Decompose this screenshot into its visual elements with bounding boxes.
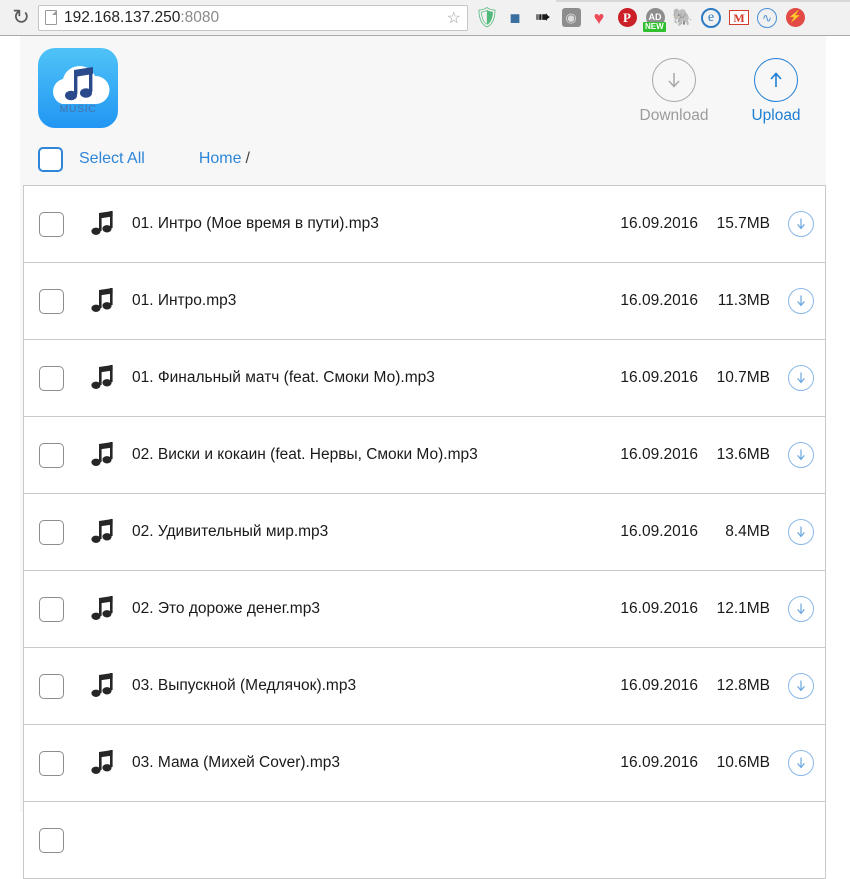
table-row[interactable]: 01. Интро.mp3 16.09.2016 11.3MB	[24, 263, 825, 340]
file-size: 10.7MB	[716, 369, 770, 386]
file-name: 03. Выпускной (Медлячок).mp3	[132, 677, 357, 694]
file-size: 11.3MB	[717, 292, 770, 309]
header-actions: Download Upload	[636, 58, 814, 125]
row-download-icon[interactable]	[788, 750, 814, 776]
page-document-icon	[45, 10, 57, 25]
tab-strip-edge	[556, 0, 850, 2]
breadcrumb-home[interactable]: Home	[199, 150, 242, 167]
table-row[interactable]: 03. Выпускной (Медлячок).mp3 16.09.2016 …	[24, 648, 825, 725]
browser-e-icon[interactable]: e	[700, 7, 722, 29]
music-note-icon	[86, 748, 120, 778]
app-header: MUSIC Download Upload	[20, 36, 826, 156]
row-download-icon[interactable]	[788, 596, 814, 622]
row-checkbox[interactable]	[39, 211, 64, 237]
select-all-checkbox[interactable]	[38, 146, 63, 172]
url-text: 192.168.137.250:8080	[64, 8, 220, 26]
flag-icon[interactable]: ➠	[532, 7, 554, 29]
file-name: 01. Интро.mp3	[132, 292, 237, 309]
file-name: 02. Виски и кокаин (feat. Нервы, Смоки М…	[132, 446, 478, 463]
row-checkbox[interactable]	[39, 365, 64, 391]
row-download-icon[interactable]	[788, 365, 814, 391]
row-checkbox[interactable]	[39, 827, 64, 853]
selection-bar: Select All Home /	[20, 140, 250, 178]
bookmark-star-icon[interactable]: ☆	[447, 8, 461, 28]
file-date: 16.09.2016	[620, 523, 698, 540]
file-size: 10.6MB	[716, 754, 770, 771]
music-note-icon	[86, 363, 120, 393]
swirl-sync-icon[interactable]: ∿	[756, 7, 778, 29]
breadcrumb: Home /	[199, 150, 250, 168]
row-download-icon[interactable]	[788, 442, 814, 468]
gray-target-icon[interactable]: ◉	[560, 7, 582, 29]
row-download-icon[interactable]	[788, 211, 814, 237]
stack-layers-icon[interactable]: ■	[504, 7, 526, 29]
table-row[interactable]: 02. Удивительный мир.mp3 16.09.2016 8.4M…	[24, 494, 825, 571]
adguard-shield-icon[interactable]: 🛡	[474, 7, 499, 29]
file-name: 01. Интро (Мое время в пути).mp3	[132, 215, 379, 232]
row-checkbox[interactable]	[39, 673, 64, 699]
row-download-icon[interactable]	[788, 288, 814, 314]
table-row[interactable]: 02. Виски и кокаин (feat. Нервы, Смоки М…	[24, 417, 825, 494]
table-row[interactable]	[24, 802, 825, 879]
file-name: 02. Удивительный мир.mp3	[132, 523, 329, 540]
browser-toolbar: ↻ 192.168.137.250:8080 ☆ 🛡 ■ ➠ ◉ ♥ P AD …	[0, 0, 850, 36]
download-button[interactable]: Download	[636, 58, 712, 125]
file-size: 15.7MB	[716, 215, 770, 232]
file-date: 16.09.2016	[620, 446, 698, 463]
row-checkbox[interactable]	[39, 288, 64, 314]
red-plug-icon[interactable]: ⚡	[784, 7, 806, 29]
download-label: Download	[639, 107, 709, 124]
file-date: 16.09.2016	[620, 600, 698, 617]
row-checkbox[interactable]	[39, 442, 64, 468]
music-note-icon	[86, 671, 120, 701]
file-size: 8.4MB	[725, 523, 770, 540]
evernote-elephant-icon[interactable]: 🐘	[672, 7, 694, 29]
file-list: 01. Интро (Мое время в пути).mp3 16.09.2…	[23, 185, 826, 879]
adblock-new-badge: NEW	[643, 21, 666, 32]
page-content: MUSIC Download Upload Select All Home / …	[20, 36, 826, 879]
upload-label: Upload	[751, 107, 801, 124]
file-name: 01. Финальный матч (feat. Смоки Мо).mp3	[132, 369, 435, 386]
file-date: 16.09.2016	[620, 215, 698, 232]
upload-button[interactable]: Upload	[738, 58, 814, 125]
app-logo: MUSIC	[38, 48, 118, 128]
row-download-icon[interactable]	[788, 673, 814, 699]
heart-icon[interactable]: ♥	[588, 7, 610, 29]
file-name: 02. Это дороже денег.mp3	[132, 600, 320, 617]
row-checkbox[interactable]	[39, 519, 64, 545]
adblock-icon[interactable]: AD NEW	[643, 7, 666, 32]
row-checkbox[interactable]	[39, 750, 64, 776]
logo-text: MUSIC	[60, 103, 97, 115]
table-row[interactable]: 03. Мама (Михей Cover).mp3 16.09.2016 10…	[24, 725, 825, 802]
file-date: 16.09.2016	[620, 677, 698, 694]
row-checkbox[interactable]	[39, 596, 64, 622]
extension-tray: 🛡 ■ ➠ ◉ ♥ P AD NEW 🐘 e M ∿ ⚡	[474, 7, 806, 32]
file-name: 03. Мама (Михей Cover).mp3	[132, 754, 341, 771]
file-size: 12.8MB	[716, 677, 770, 694]
table-row[interactable]: 01. Интро (Мое время в пути).mp3 16.09.2…	[24, 186, 825, 263]
file-date: 16.09.2016	[620, 754, 698, 771]
breadcrumb-separator: /	[245, 150, 250, 167]
file-size: 13.6MB	[716, 446, 770, 463]
pinterest-icon[interactable]: P	[616, 7, 638, 29]
select-all-label[interactable]: Select All	[79, 150, 145, 168]
reload-icon: ↻	[12, 6, 30, 29]
file-size: 12.1MB	[716, 600, 770, 617]
arrow-up-circle-icon	[754, 58, 798, 102]
reload-button[interactable]: ↻	[4, 1, 38, 35]
table-row[interactable]: 02. Это дороже денег.mp3 16.09.2016 12.1…	[24, 571, 825, 648]
music-note-icon	[86, 594, 120, 624]
file-date: 16.09.2016	[620, 292, 698, 309]
arrow-down-circle-icon	[652, 58, 696, 102]
music-note-icon	[86, 286, 120, 316]
row-download-icon[interactable]	[788, 519, 814, 545]
music-note-icon	[86, 209, 120, 239]
gmail-icon[interactable]: M	[728, 7, 750, 29]
music-note-icon	[86, 440, 120, 470]
address-bar[interactable]: 192.168.137.250:8080 ☆	[38, 4, 468, 31]
music-note-icon	[86, 517, 120, 547]
file-date: 16.09.2016	[620, 369, 698, 386]
table-row[interactable]: 01. Финальный матч (feat. Смоки Мо).mp3 …	[24, 340, 825, 417]
